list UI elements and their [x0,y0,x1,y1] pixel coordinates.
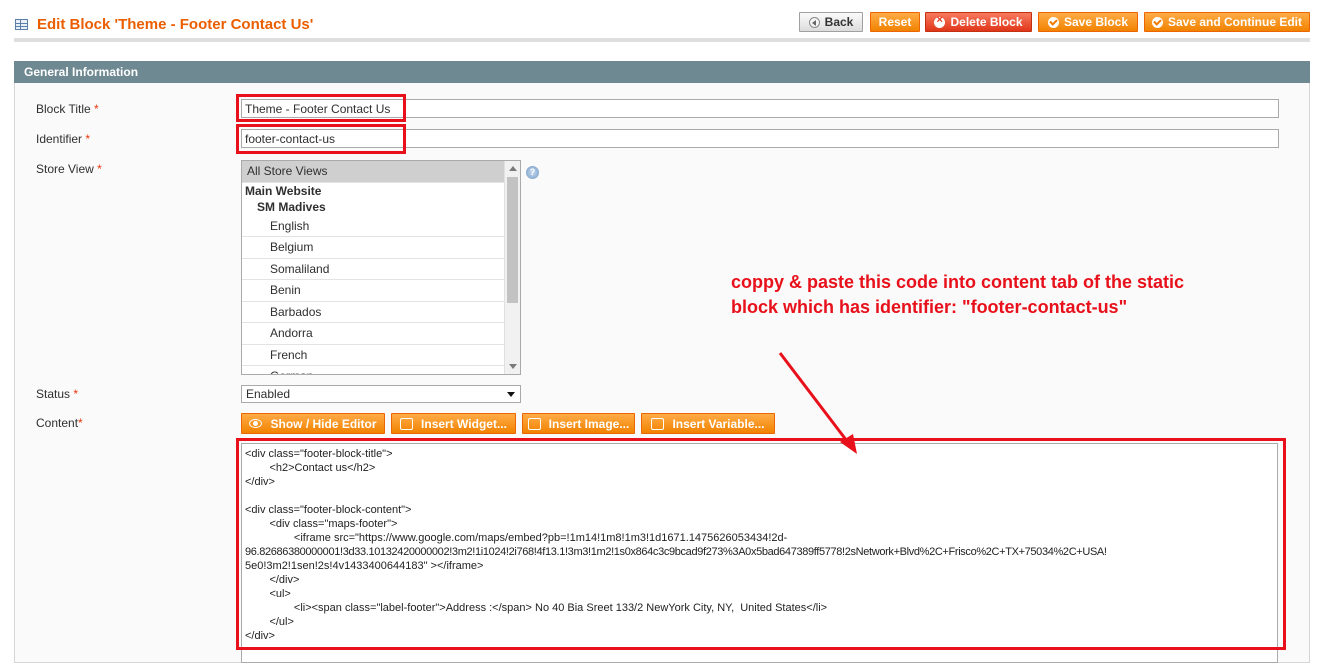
multiselect-scrollbar[interactable] [504,161,520,374]
option-german[interactable]: German [242,366,505,374]
insert-image-button[interactable]: Insert Image... [522,413,635,434]
show-hide-editor-button[interactable]: Show / Hide Editor [241,413,385,434]
check-icon [1151,16,1163,28]
chevron-down-icon [507,392,515,397]
option-all-store-views[interactable]: All Store Views [242,161,505,183]
code-line: <h2>Contact us</h2> [245,462,376,474]
option-andorra[interactable]: Andorra [242,323,505,345]
code-line: </div> [245,574,300,586]
option-benin[interactable]: Benin [242,280,505,302]
eye-icon [249,419,263,428]
annotation-text: coppy & paste this code into content tab… [731,272,1185,317]
code-line: <ul> [245,588,291,600]
save-block-button[interactable]: Save Block [1038,12,1138,32]
code-line: </div> [245,630,275,642]
delete-icon [934,14,946,28]
block-title-label: Block Title * [36,102,99,116]
code-line: </div> [245,476,275,488]
back-arrow-icon [808,16,820,28]
variable-icon [651,417,665,430]
code-line: <div class="footer-block-content"> [245,504,412,516]
option-english[interactable]: English [242,216,505,237]
page-title: Edit Block 'Theme - Footer Contact Us' [37,16,314,33]
option-group-main-website: Main Website [245,183,322,198]
save-continue-button[interactable]: Save and Continue Edit [1144,12,1310,32]
section-header: General Information [14,61,1310,83]
content-textarea[interactable]: <div class="footer-block-title"> <h2>Con… [241,443,1278,663]
code-line: 96.82686380000001!3d33.10132420000002!3m… [245,546,1107,558]
code-line: </ul> [245,616,294,628]
reset-button[interactable]: Reset [870,12,920,32]
image-icon [527,417,541,430]
option-somaliland[interactable]: Somaliland [242,259,505,280]
insert-variable-button[interactable]: Insert Variable... [641,413,775,434]
identifier-input[interactable]: footer-contact-us [241,129,1279,148]
check-icon [1047,16,1059,28]
scroll-thumb[interactable] [507,177,518,303]
arrow-icon [778,352,857,454]
option-french[interactable]: French [242,345,505,366]
store-view-multiselect[interactable]: All Store Views Main Website SM Madives … [241,160,521,375]
widget-icon [400,417,414,430]
help-icon[interactable]: ? [526,166,539,179]
status-label: Status * [36,387,79,401]
option-barbados[interactable]: Barbados [242,302,505,323]
status-select[interactable]: Enabled [241,385,521,403]
block-title-input[interactable]: Theme - Footer Contact Us [241,99,1279,118]
code-line: <div class="maps-footer"> [245,518,398,530]
code-line: <li><span class="label-footer">Address :… [245,602,828,614]
code-line: 5e0!3m2!1sen!2s!4v1433400644183" ></ifra… [245,560,484,572]
identifier-label: Identifier * [36,132,91,146]
store-view-label: Store View * [36,162,102,176]
scroll-up-icon[interactable] [509,166,517,171]
scroll-down-icon[interactable] [509,364,517,369]
option-belgium[interactable]: Belgium [242,237,505,259]
code-line: <iframe src="https://www.google.com/maps… [245,532,788,544]
delete-block-button[interactable]: Delete Block [925,12,1032,32]
content-label: Content* [36,416,83,430]
insert-widget-button[interactable]: Insert Widget... [391,413,516,434]
grid-icon [15,19,28,30]
option-group-sm-madives: SM Madives [257,199,326,214]
back-button[interactable]: Back [799,12,863,32]
